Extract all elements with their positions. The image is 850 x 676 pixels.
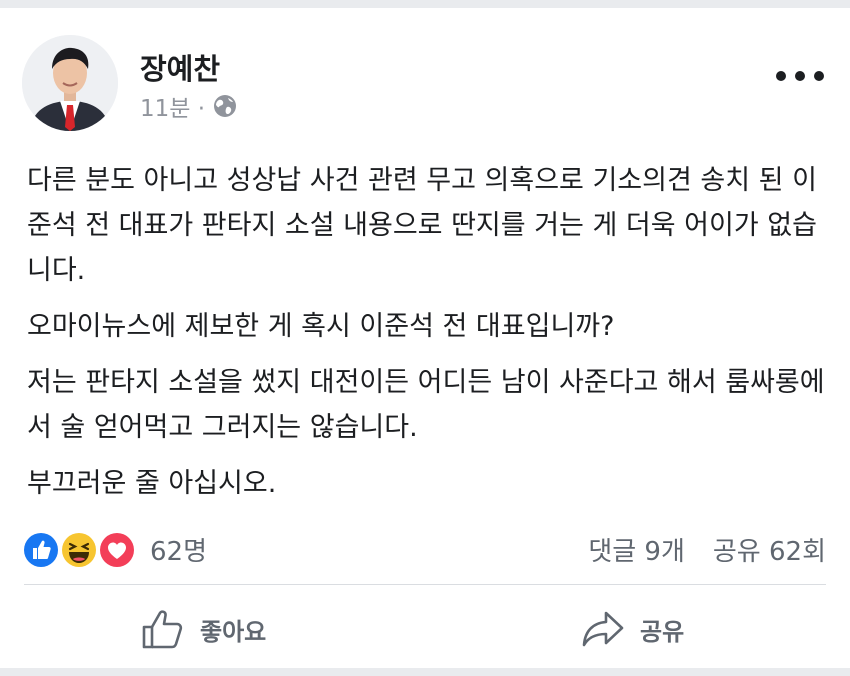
globe-icon xyxy=(213,94,237,118)
thumbs-up-icon xyxy=(140,607,186,651)
like-label: 좋아요 xyxy=(200,617,267,646)
share-arrow-icon xyxy=(580,607,626,651)
post-paragraph: 다른 분도 아니고 성상납 사건 관련 무고 의혹으로 기소의견 송치 된 이준… xyxy=(27,165,817,286)
post-body: 다른 분도 아니고 성상납 사건 관련 무고 의혹으로 기소의견 송치 된 이준… xyxy=(27,158,827,517)
love-icon xyxy=(98,531,136,569)
reaction-count: 62명 xyxy=(150,536,208,567)
like-icon xyxy=(22,531,60,569)
dot-icon xyxy=(776,71,786,81)
avatar[interactable] xyxy=(22,35,118,131)
comment-count[interactable]: 댓글 9개 xyxy=(588,531,685,568)
divider xyxy=(24,584,826,585)
share-button[interactable]: 공유 xyxy=(580,604,684,654)
haha-icon xyxy=(60,531,98,569)
dot-icon xyxy=(814,71,824,81)
author-name[interactable]: 장예찬 xyxy=(140,46,220,88)
like-button[interactable]: 좋아요 xyxy=(140,604,266,654)
share-count[interactable]: 공유 62회 xyxy=(713,531,826,568)
post-paragraph: 부끄러운 줄 아십시오. xyxy=(27,468,277,499)
post-paragraph: 오마이뉴스에 제보한 게 혹시 이준석 전 대표입니까? xyxy=(27,311,615,342)
post-card: 장예찬 11분 · 다른 분도 아니고 성상납 사건 관련 무고 의혹으로 기소… xyxy=(0,8,850,668)
share-label: 공유 xyxy=(640,617,685,646)
more-options-button[interactable] xyxy=(776,66,824,86)
dot-icon xyxy=(795,71,805,81)
post-stats: 댓글 9개 공유 62회 xyxy=(588,529,826,569)
profile-photo xyxy=(22,35,118,131)
post-paragraph: 저는 판타지 소설을 썼지 대전이든 어디든 남이 사준다고 해서 룸싸롱에서 … xyxy=(27,367,825,443)
post-meta: 11분 · xyxy=(140,89,237,123)
post-time[interactable]: 11분 · xyxy=(140,89,205,123)
reaction-icons xyxy=(22,527,140,571)
reaction-summary[interactable]: 62명 xyxy=(22,527,207,571)
